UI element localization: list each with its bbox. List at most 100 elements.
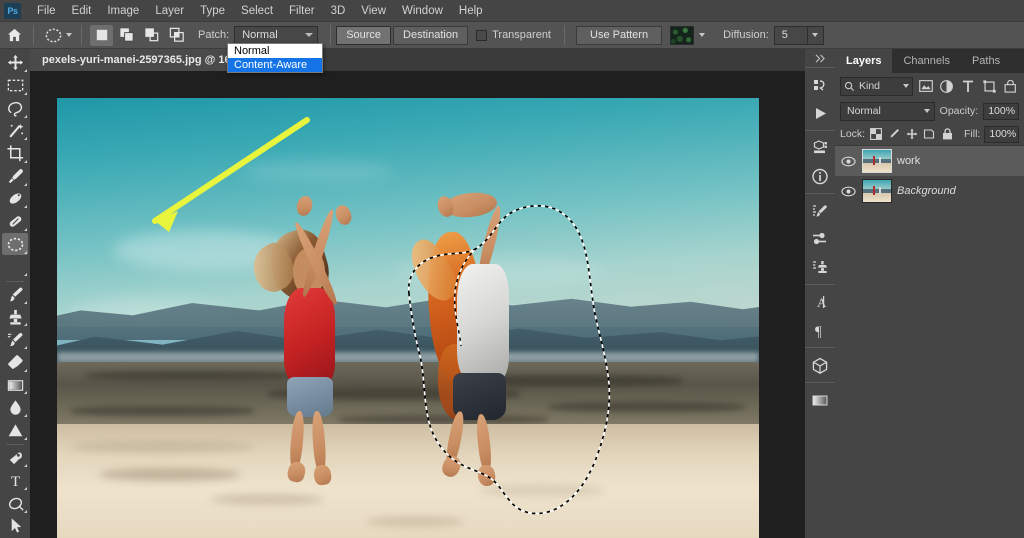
clone-stamp-tool[interactable]	[2, 306, 28, 328]
eraser-tool[interactable]	[2, 352, 28, 374]
healing-brush-tool[interactable]	[2, 211, 28, 233]
brushes-panel-icon[interactable]	[805, 225, 835, 253]
menu-filter[interactable]: Filter	[281, 2, 323, 20]
smart-object-filter-icon[interactable]	[1002, 77, 1019, 96]
divider	[330, 25, 332, 45]
eyedropper-tool[interactable]	[2, 165, 28, 187]
shape-layer-filter-icon[interactable]	[981, 77, 998, 96]
menu-image[interactable]: Image	[99, 2, 147, 20]
magic-wand-tool[interactable]	[2, 120, 28, 142]
home-icon[interactable]	[0, 28, 28, 42]
menu-select[interactable]: Select	[233, 2, 281, 20]
lock-all-icon[interactable]	[940, 126, 954, 142]
layer-visibility-toggle[interactable]	[839, 186, 857, 197]
blend-mode-row: Normal Opacity: 100%	[835, 99, 1024, 123]
blend-mode-dropdown[interactable]: Normal	[840, 101, 935, 121]
divider	[564, 25, 565, 45]
tab-layers[interactable]: Layers	[835, 49, 893, 73]
brush-settings-panel-icon[interactable]	[805, 197, 835, 225]
menu-layer[interactable]: Layer	[147, 2, 192, 20]
intersect-selection-button[interactable]	[165, 25, 188, 46]
diffusion-value[interactable]: 5	[773, 25, 808, 45]
layers-panel-body: Kind Normal Opacity: 100% Lock: Fill: 10…	[835, 73, 1024, 538]
layer-visibility-toggle[interactable]	[839, 156, 857, 167]
layer-kind-dropdown[interactable]: Kind	[840, 76, 913, 96]
lasso-tool[interactable]	[2, 97, 28, 119]
layer-row[interactable]: work	[835, 146, 1024, 176]
menu-edit[interactable]: Edit	[64, 2, 100, 20]
tool-flyout-indicator	[23, 346, 27, 350]
patch-mode-dropdown-list[interactable]: Normal Content-Aware	[227, 43, 323, 73]
tab-channels[interactable]: Channels	[892, 49, 960, 73]
history-brush-tool[interactable]	[2, 329, 28, 351]
lock-image-pixels-icon[interactable]	[887, 126, 901, 142]
content-aware-move-tool[interactable]	[2, 256, 28, 278]
move-tool[interactable]	[2, 52, 28, 74]
subtract-from-selection-button[interactable]	[140, 25, 163, 46]
paragraph-panel-icon[interactable]: ¶	[805, 316, 835, 344]
chevron-down-icon[interactable]	[66, 33, 72, 37]
menu-3d[interactable]: 3D	[323, 2, 354, 20]
lock-transparent-pixels-icon[interactable]	[869, 126, 883, 142]
menu-view[interactable]: View	[353, 2, 394, 20]
new-selection-button[interactable]	[90, 24, 113, 46]
rail-group	[805, 382, 835, 417]
menu-type[interactable]: Type	[192, 2, 233, 20]
type-layer-filter-icon[interactable]	[959, 77, 976, 96]
transparent-checkbox-group[interactable]: Transparent	[476, 29, 551, 41]
destination-button[interactable]: Destination	[393, 25, 469, 45]
add-to-selection-button[interactable]	[115, 25, 138, 46]
fill-value[interactable]: 100%	[984, 125, 1020, 143]
lock-position-icon[interactable]	[905, 126, 919, 142]
collapse-panels-icon[interactable]	[805, 49, 835, 67]
patch-tool[interactable]	[2, 233, 28, 256]
clone-source-panel-icon[interactable]	[805, 253, 835, 281]
3d-panel-icon[interactable]	[805, 351, 835, 379]
character-panel-icon[interactable]: A	[805, 288, 835, 316]
layer-row[interactable]: Background	[835, 176, 1024, 206]
adjustment-layer-filter-icon[interactable]	[938, 77, 955, 96]
type-tool[interactable]: T	[2, 470, 28, 492]
direct-selection-tool[interactable]	[2, 515, 28, 537]
pattern-swatch[interactable]	[670, 25, 695, 45]
menu-file[interactable]: File	[29, 2, 64, 20]
pattern-picker-chevron[interactable]	[694, 26, 709, 45]
lock-artboard-nesting-icon[interactable]	[922, 126, 936, 142]
adjustments-panel-icon[interactable]	[805, 134, 835, 162]
layer-thumbnail[interactable]	[862, 179, 892, 203]
history-panel-icon[interactable]	[805, 71, 835, 99]
divider	[81, 25, 82, 45]
document-tab-bar: pexels-yuri-manei-2597365.jpg @ 16,7% (	[30, 49, 805, 71]
spot-healing-brush-tool[interactable]	[2, 188, 28, 210]
opacity-value[interactable]: 100%	[983, 102, 1019, 120]
chevron-down-icon[interactable]	[807, 25, 824, 45]
layer-thumbnail[interactable]	[862, 149, 892, 173]
canvas-area[interactable]	[30, 71, 805, 538]
tab-paths[interactable]: Paths	[961, 49, 1011, 73]
crop-tool[interactable]	[2, 143, 28, 165]
info-panel-icon[interactable]	[805, 162, 835, 190]
dodge-tool[interactable]	[2, 420, 28, 442]
rectangular-marquee-tool[interactable]	[2, 75, 28, 97]
transparent-checkbox[interactable]	[476, 29, 488, 41]
blur-tool[interactable]	[2, 397, 28, 419]
dropdown-option-normal[interactable]: Normal	[228, 44, 322, 58]
actions-panel-icon[interactable]	[805, 99, 835, 127]
use-pattern-button[interactable]: Use Pattern	[576, 25, 663, 45]
gradients-panel-icon[interactable]	[805, 386, 835, 414]
tool-flyout-indicator	[23, 114, 27, 118]
diffusion-stepper[interactable]: 5	[773, 25, 824, 45]
menu-window[interactable]: Window	[394, 2, 451, 20]
tool-preset-picker[interactable]	[39, 25, 76, 45]
brush-tool[interactable]	[2, 284, 28, 306]
tool-flyout-indicator	[23, 300, 27, 304]
image-artboard[interactable]	[57, 98, 759, 538]
menu-help[interactable]: Help	[451, 2, 491, 20]
pixel-layer-filter-icon[interactable]	[917, 77, 934, 96]
patch-mode-dropdown[interactable]: Normal	[234, 25, 319, 45]
gradient-tool[interactable]	[2, 374, 28, 396]
pen-tool[interactable]	[2, 447, 28, 469]
path-selection-tool[interactable]	[2, 492, 28, 514]
source-button[interactable]: Source	[336, 25, 392, 45]
dropdown-option-content-aware[interactable]: Content-Aware	[228, 58, 322, 72]
